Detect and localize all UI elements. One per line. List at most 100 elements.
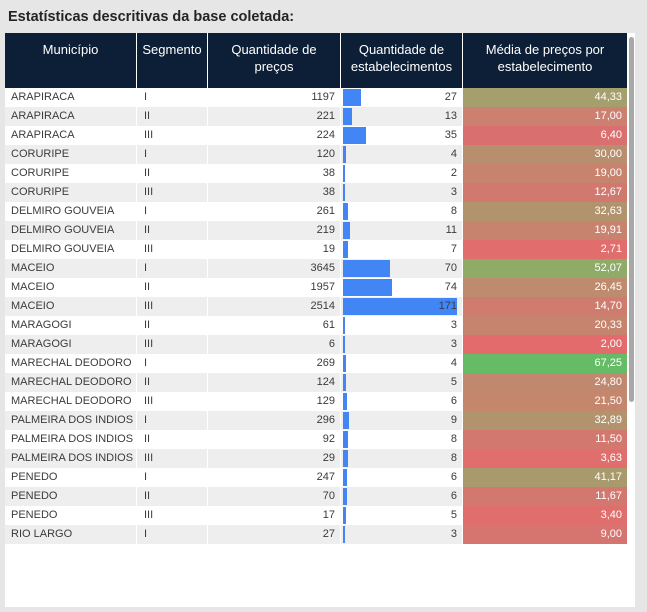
cell-quantidade-precos: 124 <box>208 373 341 392</box>
cell-quantidade-precos: 2514 <box>208 297 341 316</box>
cell-quantidade-estabelecimentos: 8 <box>341 202 463 221</box>
table-row[interactable]: MARAGOGI II 61 3 20,33 <box>5 316 627 335</box>
cell-estab-value: 171 <box>438 300 457 312</box>
table-row[interactable]: PENEDO III 17 5 3,40 <box>5 506 627 525</box>
cell-municipio: DELMIRO GOUVEIA <box>5 221 137 240</box>
cell-segmento: I <box>137 88 208 107</box>
cell-quantidade-estabelecimentos: 2 <box>341 164 463 183</box>
cell-estab-value: 5 <box>450 509 457 521</box>
cell-municipio: CORURIPE <box>5 164 137 183</box>
cell-segmento: II <box>137 107 208 126</box>
cell-quantidade-estabelecimentos: 35 <box>341 126 463 145</box>
cell-quantidade-estabelecimentos: 3 <box>341 335 463 354</box>
header-media-precos[interactable]: Média de preços por estabelecimento <box>463 33 627 88</box>
cell-municipio: MARAGOGI <box>5 316 137 335</box>
data-bar <box>343 412 349 429</box>
cell-quantidade-precos: 261 <box>208 202 341 221</box>
header-quantidade-estabelecimentos[interactable]: Quantidade de estabelecimentos <box>341 33 463 88</box>
cell-quantidade-estabelecimentos: 74 <box>341 278 463 297</box>
cell-quantidade-precos: 29 <box>208 449 341 468</box>
data-bar <box>343 336 345 353</box>
cell-estab-value: 11 <box>445 224 457 236</box>
data-bar <box>343 488 347 505</box>
cell-quantidade-estabelecimentos: 8 <box>341 430 463 449</box>
cell-media-precos: 19,91 <box>463 221 627 240</box>
table-row[interactable]: CORURIPE III 38 3 12,67 <box>5 183 627 202</box>
cell-estab-value: 3 <box>450 186 457 198</box>
cell-quantidade-estabelecimentos: 9 <box>341 411 463 430</box>
table-row[interactable]: CORURIPE II 38 2 19,00 <box>5 164 627 183</box>
cell-media-precos: 30,00 <box>463 145 627 164</box>
cell-media-precos: 2,00 <box>463 335 627 354</box>
data-bar <box>343 241 348 258</box>
table-row[interactable]: PALMEIRA DOS INDIOS I 296 9 32,89 <box>5 411 627 430</box>
data-bar <box>343 317 345 334</box>
cell-media-precos: 3,40 <box>463 506 627 525</box>
cell-municipio: PALMEIRA DOS INDIOS <box>5 449 137 468</box>
table-row[interactable]: MACEIO I 3645 70 52,07 <box>5 259 627 278</box>
table-row[interactable]: ARAPIRACA II 221 13 17,00 <box>5 107 627 126</box>
table-header: Município Segmento Quantidade de preços … <box>5 33 627 88</box>
table-row[interactable]: MARAGOGI III 6 3 2,00 <box>5 335 627 354</box>
cell-municipio: MACEIO <box>5 278 137 297</box>
cell-media-precos: 17,00 <box>463 107 627 126</box>
cell-municipio: MARECHAL DEODORO <box>5 373 137 392</box>
cell-quantidade-estabelecimentos: 11 <box>341 221 463 240</box>
cell-estab-value: 8 <box>450 205 457 217</box>
cell-municipio: MARAGOGI <box>5 335 137 354</box>
table-row[interactable]: PALMEIRA DOS INDIOS II 92 8 11,50 <box>5 430 627 449</box>
cell-quantidade-estabelecimentos: 3 <box>341 525 463 544</box>
cell-media-precos: 19,00 <box>463 164 627 183</box>
cell-segmento: III <box>137 392 208 411</box>
cell-quantidade-estabelecimentos: 5 <box>341 506 463 525</box>
table-row[interactable]: PALMEIRA DOS INDIOS III 29 8 3,63 <box>5 449 627 468</box>
cell-municipio: PENEDO <box>5 468 137 487</box>
table-row[interactable]: ARAPIRACA I 1197 27 44,33 <box>5 88 627 107</box>
table-row[interactable]: RIO LARGO I 27 3 9,00 <box>5 525 627 544</box>
data-bar <box>343 469 347 486</box>
cell-media-precos: 14,70 <box>463 297 627 316</box>
cell-quantidade-estabelecimentos: 70 <box>341 259 463 278</box>
cell-estab-value: 70 <box>444 262 457 274</box>
table-row[interactable]: DELMIRO GOUVEIA I 261 8 32,63 <box>5 202 627 221</box>
cell-quantidade-precos: 1957 <box>208 278 341 297</box>
data-bar <box>343 374 346 391</box>
cell-quantidade-precos: 38 <box>208 164 341 183</box>
table-row[interactable]: MACEIO III 2514 171 14,70 <box>5 297 627 316</box>
cell-segmento: I <box>137 202 208 221</box>
table-row[interactable]: MARECHAL DEODORO II 124 5 24,80 <box>5 373 627 392</box>
cell-segmento: I <box>137 354 208 373</box>
cell-media-precos: 67,25 <box>463 354 627 373</box>
data-bar <box>343 108 352 125</box>
table-row[interactable]: MARECHAL DEODORO I 269 4 67,25 <box>5 354 627 373</box>
cell-media-precos: 2,71 <box>463 240 627 259</box>
cell-segmento: II <box>137 278 208 297</box>
table-row[interactable]: CORURIPE I 120 4 30,00 <box>5 145 627 164</box>
table-row[interactable]: ARAPIRACA III 224 35 6,40 <box>5 126 627 145</box>
cell-estab-value: 4 <box>450 357 457 369</box>
table-row[interactable]: DELMIRO GOUVEIA III 19 7 2,71 <box>5 240 627 259</box>
cell-quantidade-estabelecimentos: 6 <box>341 392 463 411</box>
table-row[interactable]: DELMIRO GOUVEIA II 219 11 19,91 <box>5 221 627 240</box>
header-segmento[interactable]: Segmento <box>137 33 208 88</box>
cell-segmento: II <box>137 316 208 335</box>
cell-estab-value: 6 <box>450 395 457 407</box>
table-row[interactable]: MARECHAL DEODORO III 129 6 21,50 <box>5 392 627 411</box>
cell-segmento: II <box>137 373 208 392</box>
cell-municipio: DELMIRO GOUVEIA <box>5 240 137 259</box>
header-quantidade-precos[interactable]: Quantidade de preços <box>208 33 341 88</box>
cell-quantidade-estabelecimentos: 6 <box>341 487 463 506</box>
scrollbar-thumb[interactable] <box>629 37 634 402</box>
table-row[interactable]: PENEDO II 70 6 11,67 <box>5 487 627 506</box>
header-municipio[interactable]: Município <box>5 33 137 88</box>
table-row[interactable]: MACEIO II 1957 74 26,45 <box>5 278 627 297</box>
cell-estab-value: 4 <box>450 148 457 160</box>
cell-estab-value: 6 <box>450 490 457 502</box>
cell-quantidade-estabelecimentos: 13 <box>341 107 463 126</box>
cell-media-precos: 44,33 <box>463 88 627 107</box>
cell-segmento: I <box>137 411 208 430</box>
cell-quantidade-estabelecimentos: 171 <box>341 297 463 316</box>
table-row[interactable]: PENEDO I 247 6 41,17 <box>5 468 627 487</box>
cell-estab-value: 9 <box>450 414 457 426</box>
cell-quantidade-precos: 19 <box>208 240 341 259</box>
